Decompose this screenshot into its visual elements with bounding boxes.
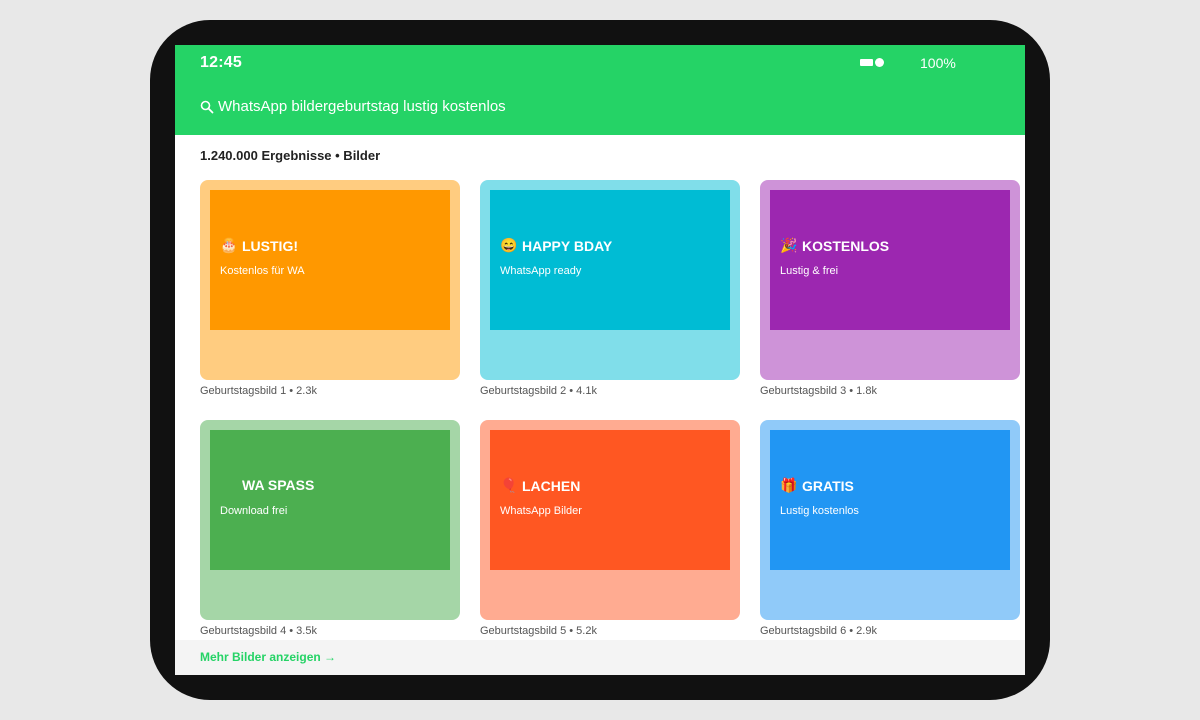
card-caption: Geburtstagsbild 2 • 4.1k [480,385,597,397]
card-subtitle: WhatsApp ready [500,265,582,277]
party-popper-icon: 🎉 [780,237,798,253]
cake-icon: 🎂 [220,237,238,253]
card-subtitle: WhatsApp Bilder [500,505,582,517]
status-time: 12:45 [200,54,242,71]
card-title: WA SPASS [242,477,315,493]
card-caption: Geburtstagsbild 5 • 5.2k [480,625,597,637]
search-bar[interactable]: WhatsApp bildergeburtstag lustig kostenl… [200,98,506,115]
card-title: HAPPY BDAY [522,237,613,254]
card-caption: Geburtstagsbild 3 • 1.8k [760,385,877,397]
card-title: GRATIS [802,477,854,494]
search-query[interactable]: WhatsApp bildergeburtstag lustig kostenl… [218,98,506,115]
card-image: 🎉 KOSTENLOS Lustig & frei [770,190,1010,330]
battery-level: 100% [920,55,956,71]
card-caption: Geburtstagsbild 6 • 2.9k [760,625,877,637]
results-count: 1.240.000 Ergebnisse • Bilder [200,148,381,163]
search-icon [200,100,214,113]
card-title: LACHEN [522,477,581,494]
signal-bar-icon [860,59,873,66]
card-subtitle: Lustig & frei [780,265,839,277]
signal-icon [860,58,884,67]
image-card[interactable]: 🎁 GRATIS Lustig kostenlos [760,420,1020,620]
balloon-icon: 🎈 [500,477,518,493]
card-subtitle: Kostenlos für WA [220,265,305,277]
card-image: 😄 HAPPY BDAY WhatsApp ready [490,190,730,330]
card-title: LUSTIG! [242,237,298,254]
gift-icon: 🎁 [780,477,798,493]
card-title: KOSTENLOS [802,237,890,254]
card-image: WA SPASS Download frei [210,430,450,570]
image-card[interactable]: 😄 HAPPY BDAY WhatsApp ready [480,180,740,380]
card-image: 🎁 GRATIS Lustig kostenlos [770,430,1010,570]
smile-icon: 😄 [500,237,518,253]
image-card[interactable]: 🎉 KOSTENLOS Lustig & frei [760,180,1020,380]
card-title-row: WA SPASS [220,477,314,493]
card-title-row: 🎈 LACHEN [500,477,580,494]
card-image: 🎈 LACHEN WhatsApp Bilder [490,430,730,570]
card-subtitle: Download frei [220,505,288,517]
screen: 12:45 100% WhatsApp bildergeburtstag lus… [175,45,1025,675]
card-title-row: 😄 HAPPY BDAY [500,237,612,254]
card-caption: Geburtstagsbild 4 • 3.5k [200,625,317,637]
app-header: 12:45 100% WhatsApp bildergeburtstag lus… [175,45,1025,135]
signal-dot-icon [875,58,884,67]
footer-bar: Mehr Bilder anzeigen → [175,640,1025,675]
image-card[interactable]: WA SPASS Download frei [200,420,460,620]
card-image: 🎂 LUSTIG! Kostenlos für WA [210,190,450,330]
card-title-row: 🎁 GRATIS [780,477,854,494]
card-caption: Geburtstagsbild 1 • 2.3k [200,385,317,397]
card-title-row: 🎉 KOSTENLOS [780,237,889,254]
image-card[interactable]: 🎂 LUSTIG! Kostenlos für WA [200,180,460,380]
card-subtitle: Lustig kostenlos [780,505,859,517]
more-images-link[interactable]: Mehr Bilder anzeigen → [200,650,336,664]
image-card[interactable]: 🎈 LACHEN WhatsApp Bilder [480,420,740,620]
card-title-row: 🎂 LUSTIG! [220,237,298,254]
